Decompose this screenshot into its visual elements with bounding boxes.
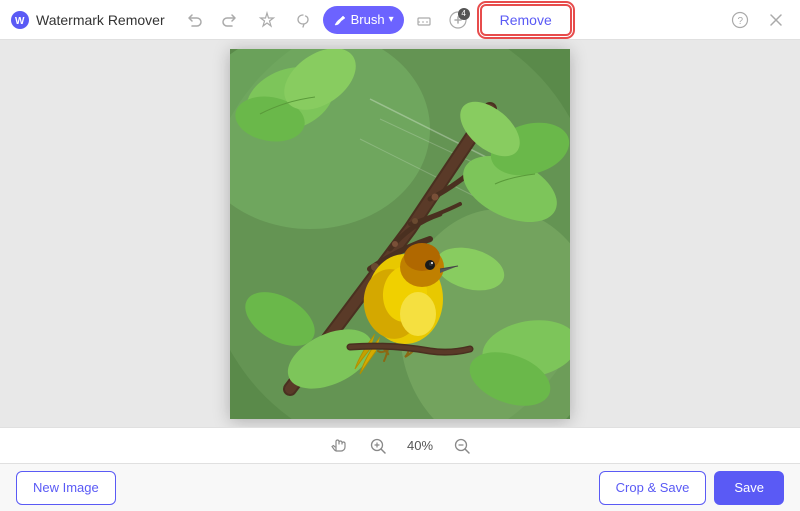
hand-tool-button[interactable] xyxy=(326,434,350,458)
save-button[interactable]: Save xyxy=(714,471,784,505)
crop-save-label: Crop & Save xyxy=(616,480,690,495)
save-label: Save xyxy=(734,480,764,495)
zoom-in-button[interactable] xyxy=(366,434,390,458)
brush-tool-button[interactable]: Brush ▾ xyxy=(323,6,404,34)
help-button[interactable]: ? xyxy=(726,6,754,34)
remove-label: Remove xyxy=(500,12,552,28)
notification-area[interactable]: 4 xyxy=(444,6,472,34)
app-logo-icon: W xyxy=(10,10,30,30)
brush-label: Brush xyxy=(351,12,385,27)
undo-button[interactable] xyxy=(181,6,209,34)
new-image-button[interactable]: New Image xyxy=(16,471,116,505)
window-controls: ? xyxy=(726,6,790,34)
lasso-tool-button[interactable] xyxy=(287,6,319,34)
notification-badge-count: 4 xyxy=(458,8,470,20)
selection-tool-button[interactable] xyxy=(251,6,283,34)
eraser-tool-button[interactable] xyxy=(408,6,440,34)
app-title: Watermark Remover xyxy=(36,12,165,28)
close-button[interactable] xyxy=(762,6,790,34)
new-image-label: New Image xyxy=(33,480,99,495)
zoom-out-button[interactable] xyxy=(450,434,474,458)
brush-chevron-icon: ▾ xyxy=(389,14,394,25)
remove-button[interactable]: Remove xyxy=(480,4,572,36)
svg-text:?: ? xyxy=(738,16,744,27)
toolbar-history xyxy=(181,6,243,34)
toolbar-tools: Brush ▾ xyxy=(251,6,440,34)
title-bar: W Watermark Remover xyxy=(0,0,800,40)
crop-save-button[interactable]: Crop & Save xyxy=(599,471,707,505)
redo-button[interactable] xyxy=(215,6,243,34)
zoom-level: 40% xyxy=(400,438,440,453)
canvas-area xyxy=(0,40,800,427)
image-container xyxy=(230,49,570,419)
zoom-bar: 40% xyxy=(0,427,800,463)
svg-text:W: W xyxy=(15,16,25,27)
main-image xyxy=(230,49,570,419)
bottom-bar: New Image Crop & Save Save xyxy=(0,463,800,511)
